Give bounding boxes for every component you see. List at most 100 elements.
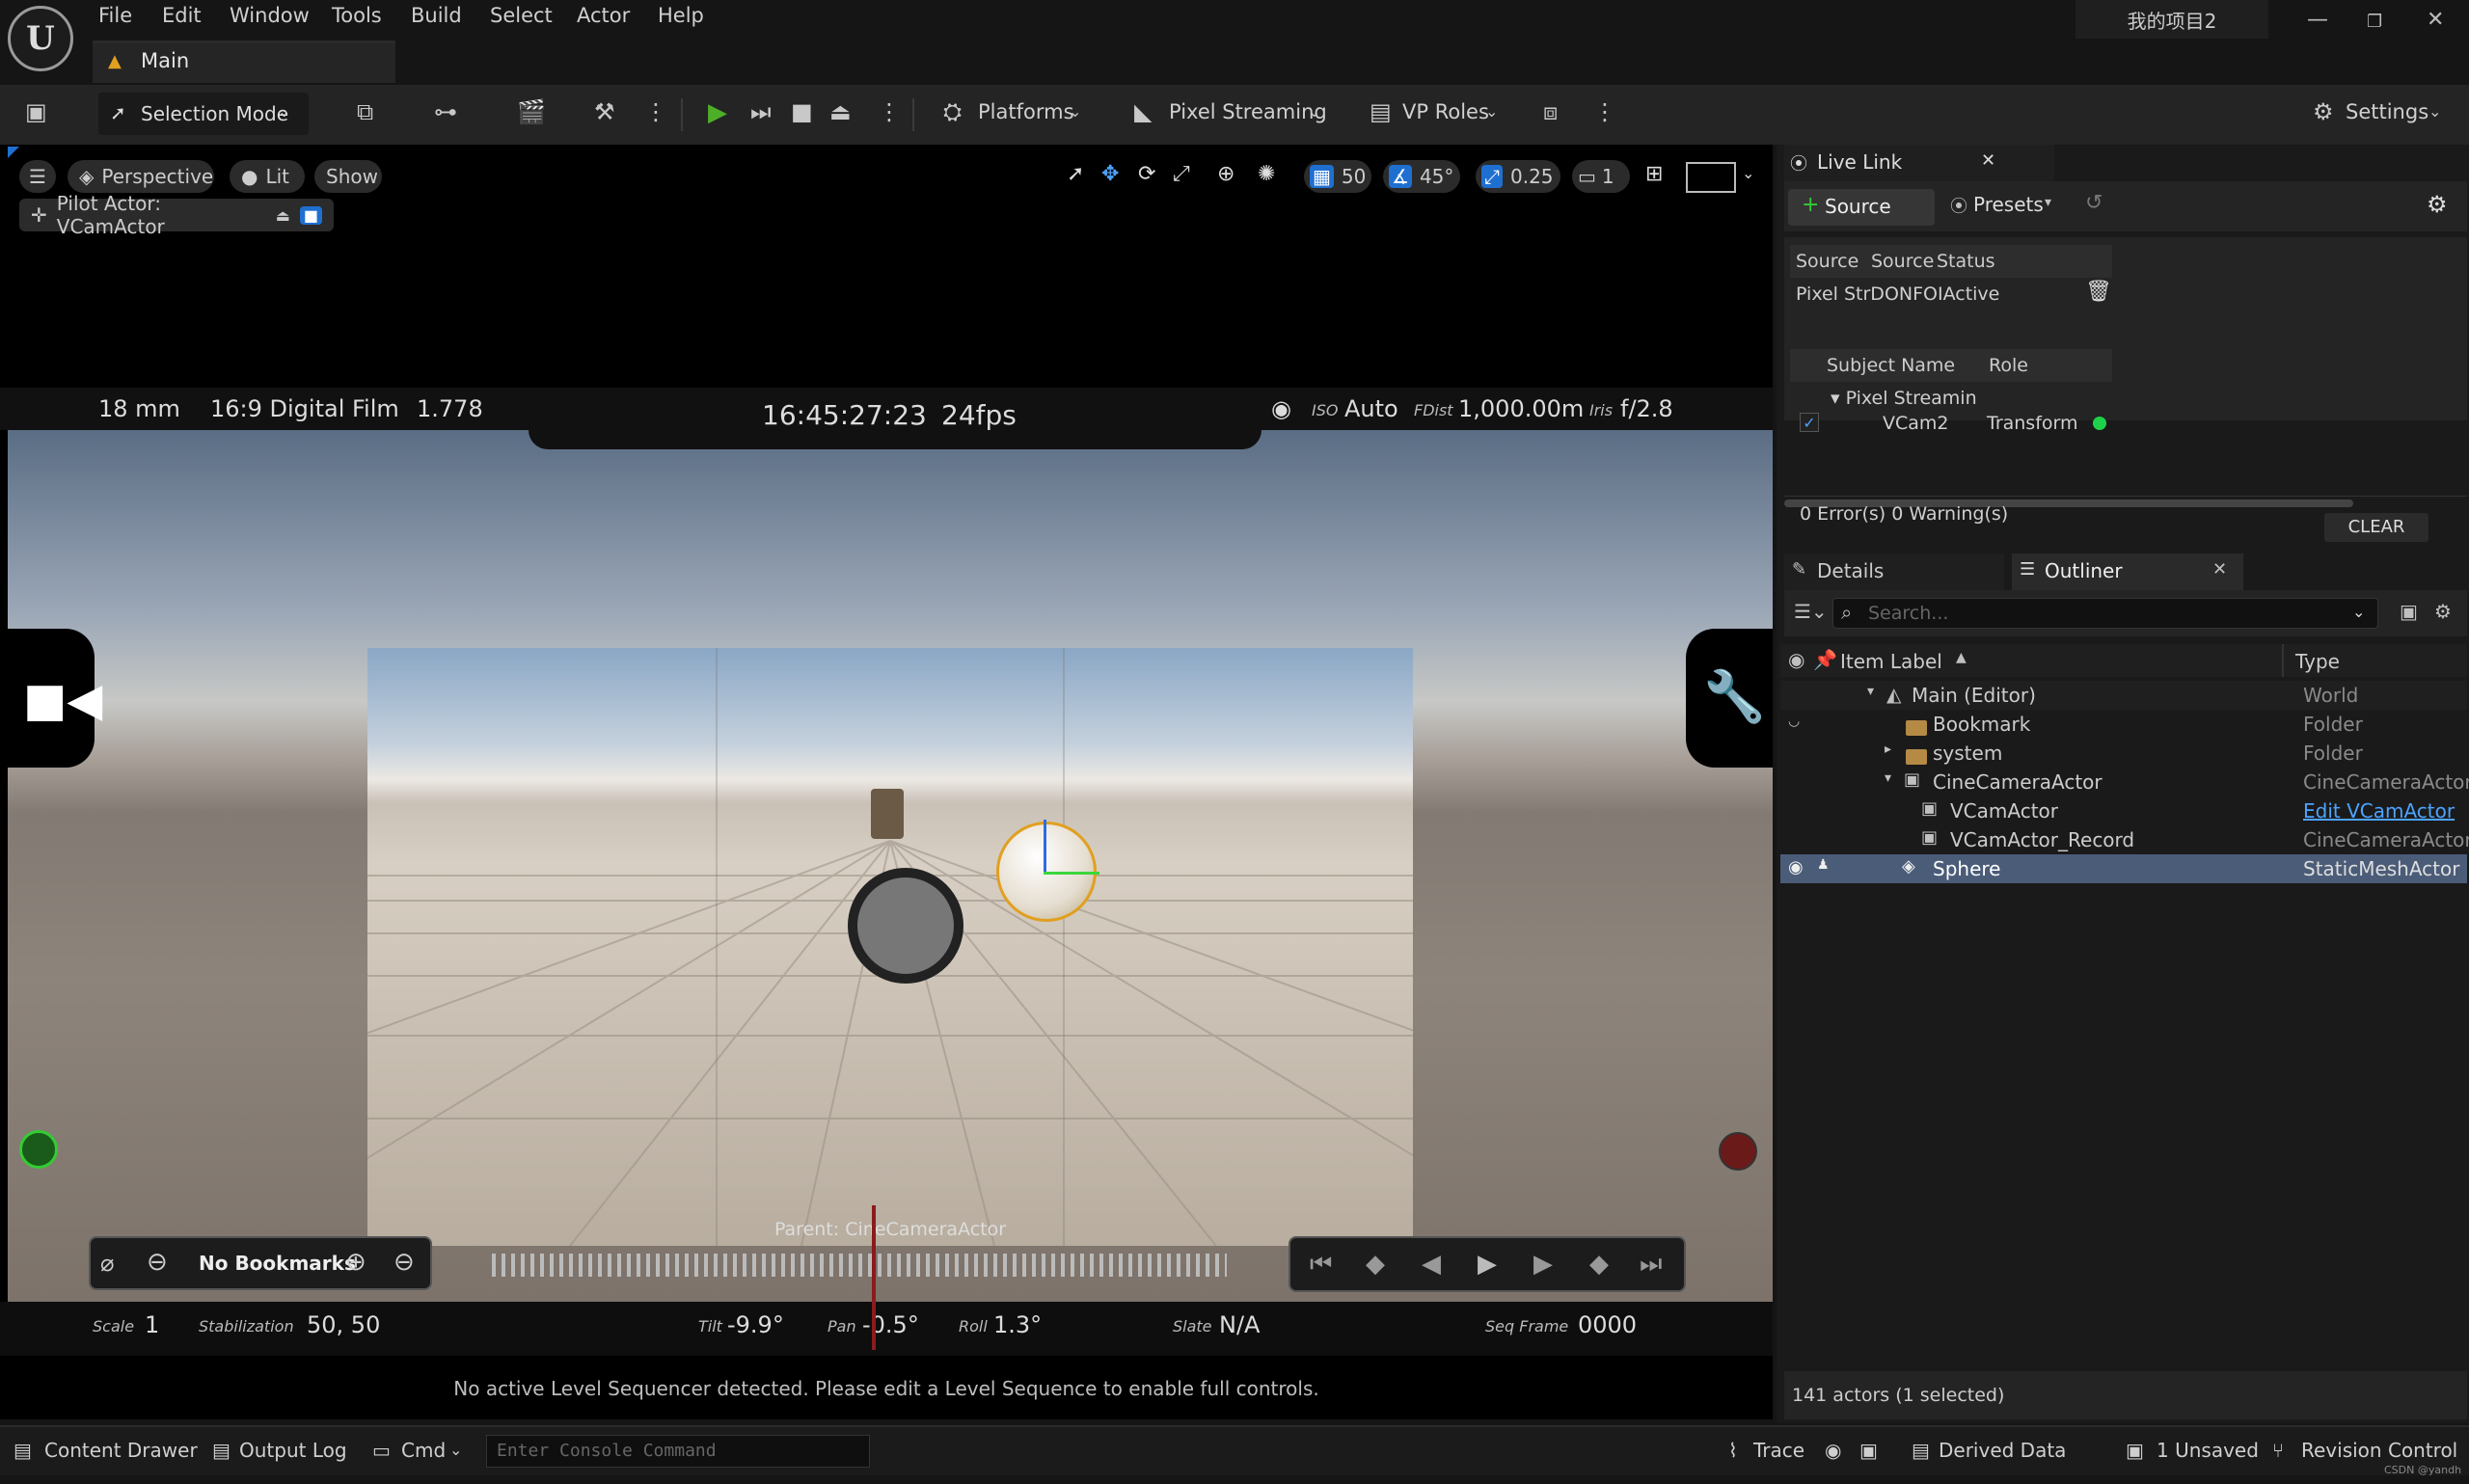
settings-button[interactable]: Settings	[2346, 100, 2428, 123]
list-item[interactable]: ◡ Bookmark Folder	[1780, 710, 2467, 739]
close-window-icon[interactable]: ✕	[2427, 8, 2444, 32]
step-icon[interactable]: ⏭	[750, 98, 772, 125]
level-viewport[interactable]: ☰ ◈ Perspective ● Lit Show ✛ Pilot Actor…	[0, 145, 1773, 1419]
multiuser-icon[interactable]: ⧈	[1543, 98, 1558, 125]
next-key-icon[interactable]: ◆	[1589, 1250, 1609, 1279]
modes-icon[interactable]: ⚒	[594, 98, 615, 125]
eye-icon[interactable]: ◉	[1788, 857, 1804, 877]
list-item[interactable]: ▾ ◭ Main (Editor) World	[1780, 681, 2467, 710]
play-icon[interactable]: ▶	[1478, 1250, 1497, 1279]
camera-view[interactable]: Parent: CineCameraActor ■◀ 🔧	[8, 424, 1773, 1350]
gear-icon[interactable]: ⚙	[2313, 98, 2334, 125]
cinematics-icon[interactable]: 🎬	[517, 98, 546, 125]
blueprint-icon[interactable]: ⊶	[434, 98, 457, 125]
tools-side-panel[interactable]: 🔧	[1686, 629, 1773, 768]
subject-group[interactable]: ▾ Pixel Streamin	[1831, 388, 1977, 409]
content-drawer-button[interactable]: Content Drawer	[44, 1439, 198, 1462]
rotate-tool-icon[interactable]: ⟳	[1138, 162, 1155, 186]
presets-button[interactable]: Presets	[1973, 193, 2044, 216]
record-trace-icon[interactable]: ◉	[1825, 1439, 1841, 1462]
vp-roles-button[interactable]: VP Roles	[1402, 100, 1489, 123]
tab-live-link[interactable]: ⦿ Live Link ✕	[1784, 145, 2054, 181]
menu-select[interactable]: Select	[490, 4, 553, 27]
list-item-selected[interactable]: ◉ ♟ ◈ Sphere StaticMeshActor	[1780, 854, 2467, 883]
rotation-snap-toggle[interactable]: ∡ 45°	[1383, 160, 1460, 193]
next-bookmark-icon[interactable]: ⊕	[345, 1248, 366, 1277]
prev-key-icon[interactable]: ◆	[1366, 1250, 1385, 1279]
gear-icon[interactable]: ⚙	[2427, 191, 2448, 218]
step-forward-icon[interactable]: ▶	[1533, 1250, 1553, 1279]
translate-tool-icon[interactable]: ✥	[1101, 162, 1119, 186]
save-icon[interactable]: ▣	[25, 98, 47, 125]
list-item[interactable]: ▣ VCamActor Edit VCamActor	[1780, 796, 2467, 825]
add-source-button[interactable]: + Source	[1788, 189, 1935, 226]
subject-checkbox[interactable]: ✓	[1800, 413, 1819, 432]
camera-gizmo-icon[interactable]	[848, 868, 963, 984]
vcam-actor-mesh[interactable]	[871, 789, 904, 839]
list-item[interactable]: ▣ VCamActor_Record CineCameraActor	[1780, 825, 2469, 854]
pin-icon[interactable]: ♟	[1817, 857, 1830, 873]
revision-control-button[interactable]: Revision Control	[2301, 1439, 2457, 1462]
unsaved-button[interactable]: 1 Unsaved	[2157, 1439, 2259, 1462]
menu-help[interactable]: Help	[658, 4, 704, 27]
show-button[interactable]: Show	[314, 160, 382, 193]
trash-icon[interactable]: 🗑	[2085, 280, 2112, 304]
select-tool-icon[interactable]: ➚	[1067, 162, 1084, 186]
menu-actor[interactable]: Actor	[577, 4, 630, 27]
prev-bookmark-icon[interactable]: ⊖	[147, 1248, 168, 1277]
menu-build[interactable]: Build	[411, 4, 462, 27]
revert-icon[interactable]: ↺	[2085, 191, 2103, 215]
eject-icon[interactable]: ⏏	[276, 206, 290, 225]
visibility-icon[interactable]: ◡	[1788, 714, 1800, 729]
skip-end-icon[interactable]: ⏭	[1640, 1250, 1662, 1280]
perspective-button[interactable]: ◈ Perspective	[68, 160, 214, 193]
expand-icon[interactable]: ▾	[1885, 770, 1891, 786]
lit-button[interactable]: ● Lit	[230, 160, 305, 193]
camera-icon[interactable]: ■	[299, 205, 322, 225]
pixel-streaming-button[interactable]: Pixel Streaming	[1169, 100, 1327, 123]
scale-tool-icon[interactable]: ⤢	[1173, 162, 1190, 186]
expand-icon[interactable]: ▸	[1885, 742, 1891, 757]
platforms-button[interactable]: Platforms	[978, 100, 1074, 123]
camera-speed-button[interactable]: ▭ 1	[1572, 160, 1630, 193]
trace-button[interactable]: Trace	[1753, 1439, 1804, 1462]
eye-icon[interactable]: ◉	[1271, 395, 1291, 422]
col-type[interactable]: Type	[2295, 650, 2340, 673]
record-side-panel[interactable]: ■◀	[8, 629, 102, 768]
close-icon[interactable]: ✕	[2212, 559, 2227, 580]
new-folder-icon[interactable]: ▣	[2400, 600, 2418, 623]
maximize-viewport-icon[interactable]: ⊞	[1645, 162, 1663, 186]
stop-icon[interactable]: ■	[791, 98, 813, 125]
eye-icon[interactable]: ◉	[1788, 648, 1804, 671]
play-options-icon[interactable]: ⋮	[878, 98, 901, 125]
list-item[interactable]: ▸ system Folder	[1780, 739, 2467, 768]
play-icon[interactable]: ▶	[708, 98, 727, 127]
source-row[interactable]: Pixel StrDONFOIActive	[1796, 283, 1999, 305]
skip-start-icon[interactable]: ⏮	[1310, 1250, 1332, 1280]
tab-outliner[interactable]: ☰ Outliner ✕	[2012, 553, 2243, 590]
search-input[interactable]: ⌕ Search... ⌄	[1832, 598, 2378, 629]
bookmark-add-icon[interactable]	[19, 1130, 58, 1169]
restore-icon[interactable]: ❐	[2367, 12, 2382, 32]
console-input[interactable]: Enter Console Command	[486, 1435, 870, 1468]
gizmo-z-axis[interactable]	[1044, 820, 1046, 874]
tab-details[interactable]: ✎ Details	[1784, 553, 2004, 590]
vp-roles-icon[interactable]: ▤	[1370, 98, 1392, 125]
edit-vcamactor-link[interactable]: Edit VCamActor	[2303, 799, 2455, 823]
surface-snap-icon[interactable]: ✺	[1258, 162, 1275, 186]
timeline-scrubber[interactable]	[492, 1254, 1227, 1277]
menu-file[interactable]: File	[98, 4, 132, 27]
subject-name[interactable]: VCam2	[1883, 413, 1949, 434]
gear-icon[interactable]: ⚙	[2434, 600, 2452, 623]
platforms-icon[interactable]: ⛭	[943, 98, 962, 125]
pin-icon[interactable]: 📌	[1813, 648, 1837, 671]
minimize-icon[interactable]: —	[2307, 8, 2328, 32]
output-log-button[interactable]: Output Log	[239, 1439, 347, 1462]
selection-mode-dropdown[interactable]: ➚ Selection Mode ⌄	[98, 93, 309, 135]
menu-window[interactable]: Window	[230, 4, 310, 27]
filter-icon[interactable]: ☰⌄	[1794, 600, 1828, 623]
viewport-menu-icon[interactable]: ☰	[19, 160, 56, 193]
more-options-icon[interactable]: ⋮	[644, 98, 667, 125]
eject-icon[interactable]: ⏏	[829, 98, 852, 125]
list-item[interactable]: ▾ ▣ CineCameraActor CineCameraActor	[1780, 768, 2469, 796]
